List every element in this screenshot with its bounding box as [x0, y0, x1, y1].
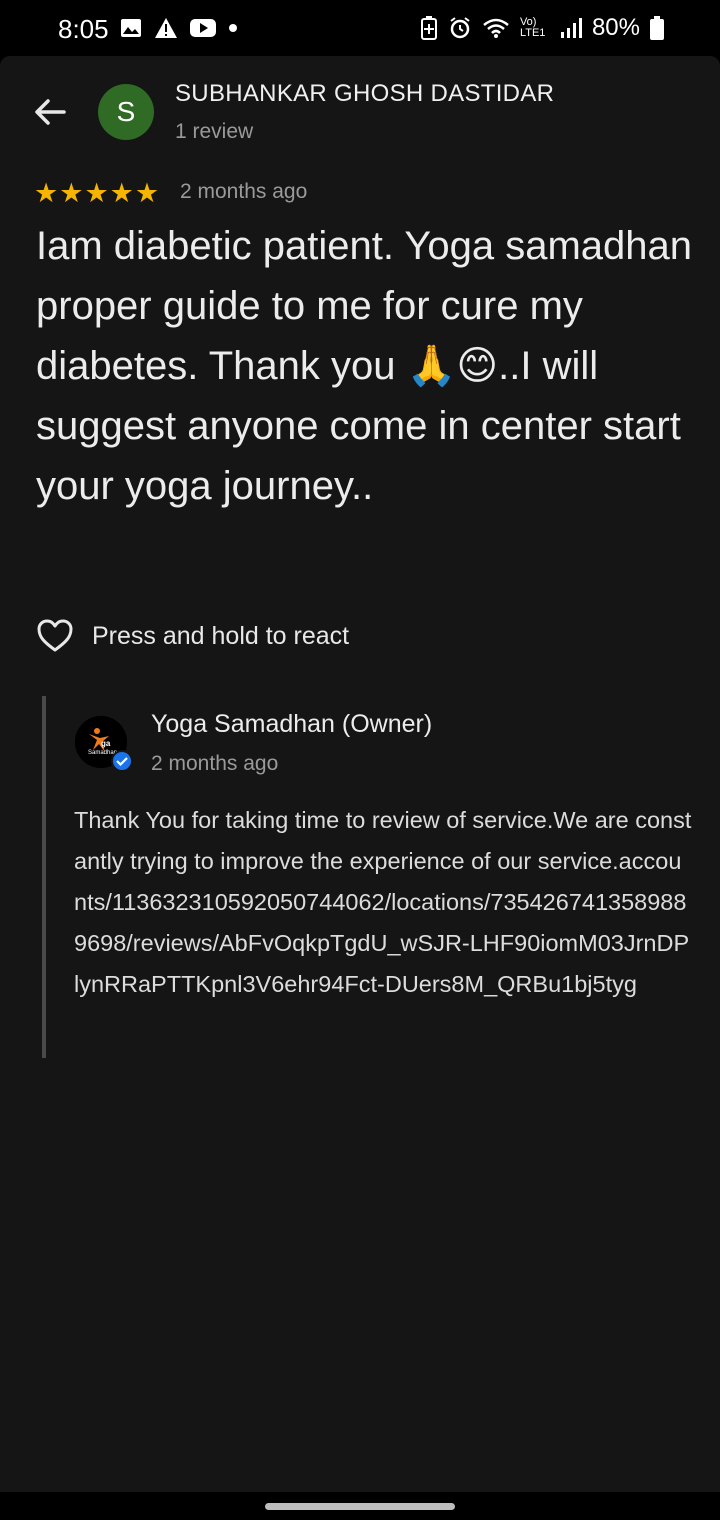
battery-icon — [650, 16, 664, 40]
status-bar: 8:05 Vo) LTE1 80% — [0, 0, 720, 56]
react-label: Press and hold to react — [92, 621, 350, 650]
warning-icon — [155, 18, 177, 38]
signal-icon — [560, 18, 582, 38]
back-arrow-icon — [35, 99, 66, 125]
star-icon: ★ — [34, 178, 59, 208]
review-count: 1 review — [175, 120, 254, 143]
owner-avatar[interactable]: ga Samadhan — [75, 716, 133, 772]
avatar-initial: S — [116, 96, 136, 127]
react-button[interactable]: Press and hold to react — [36, 618, 349, 654]
star-icon: ★ — [109, 178, 134, 208]
star-icon: ★ — [59, 178, 84, 208]
svg-text:ga: ga — [101, 739, 111, 748]
star-icon: ★ — [134, 178, 160, 208]
gallery-icon — [121, 19, 141, 37]
heart-outline-icon — [37, 619, 73, 652]
dot-icon — [229, 24, 237, 32]
wifi-icon — [483, 18, 509, 38]
home-gesture-handle[interactable] — [265, 1503, 455, 1510]
review-date: 2 months ago — [180, 180, 308, 203]
battery-saver-icon — [420, 16, 437, 40]
reviewer-avatar[interactable]: S — [98, 84, 154, 140]
review-text: Iam diabetic patient. Yoga samadhan prop… — [36, 224, 693, 508]
review-detail-sheet: S SUBHANKAR GHOSH DASTIDAR 1 review ★ ★ … — [0, 56, 720, 1492]
reply-divider — [42, 696, 46, 1058]
youtube-icon — [190, 19, 216, 37]
owner-reply-date: 2 months ago — [151, 752, 279, 775]
star-icon: ★ — [84, 178, 109, 208]
owner-name[interactable]: Yoga Samadhan (Owner) — [151, 710, 432, 739]
star-rating: ★ ★ ★ ★ ★ — [34, 178, 159, 208]
status-time: 8:05 — [58, 14, 109, 44]
network-label: Vo) LTE1 — [519, 16, 546, 39]
reviewer-name[interactable]: SUBHANKAR GHOSH DASTIDAR — [175, 80, 554, 108]
verified-badge-icon — [111, 750, 133, 772]
battery-percent: 80% — [591, 14, 640, 41]
owner-reply-text: Thank You for taking time to review of s… — [74, 807, 692, 997]
back-button[interactable] — [30, 92, 70, 132]
alarm-icon — [450, 17, 470, 39]
navigation-bar — [0, 1492, 720, 1520]
